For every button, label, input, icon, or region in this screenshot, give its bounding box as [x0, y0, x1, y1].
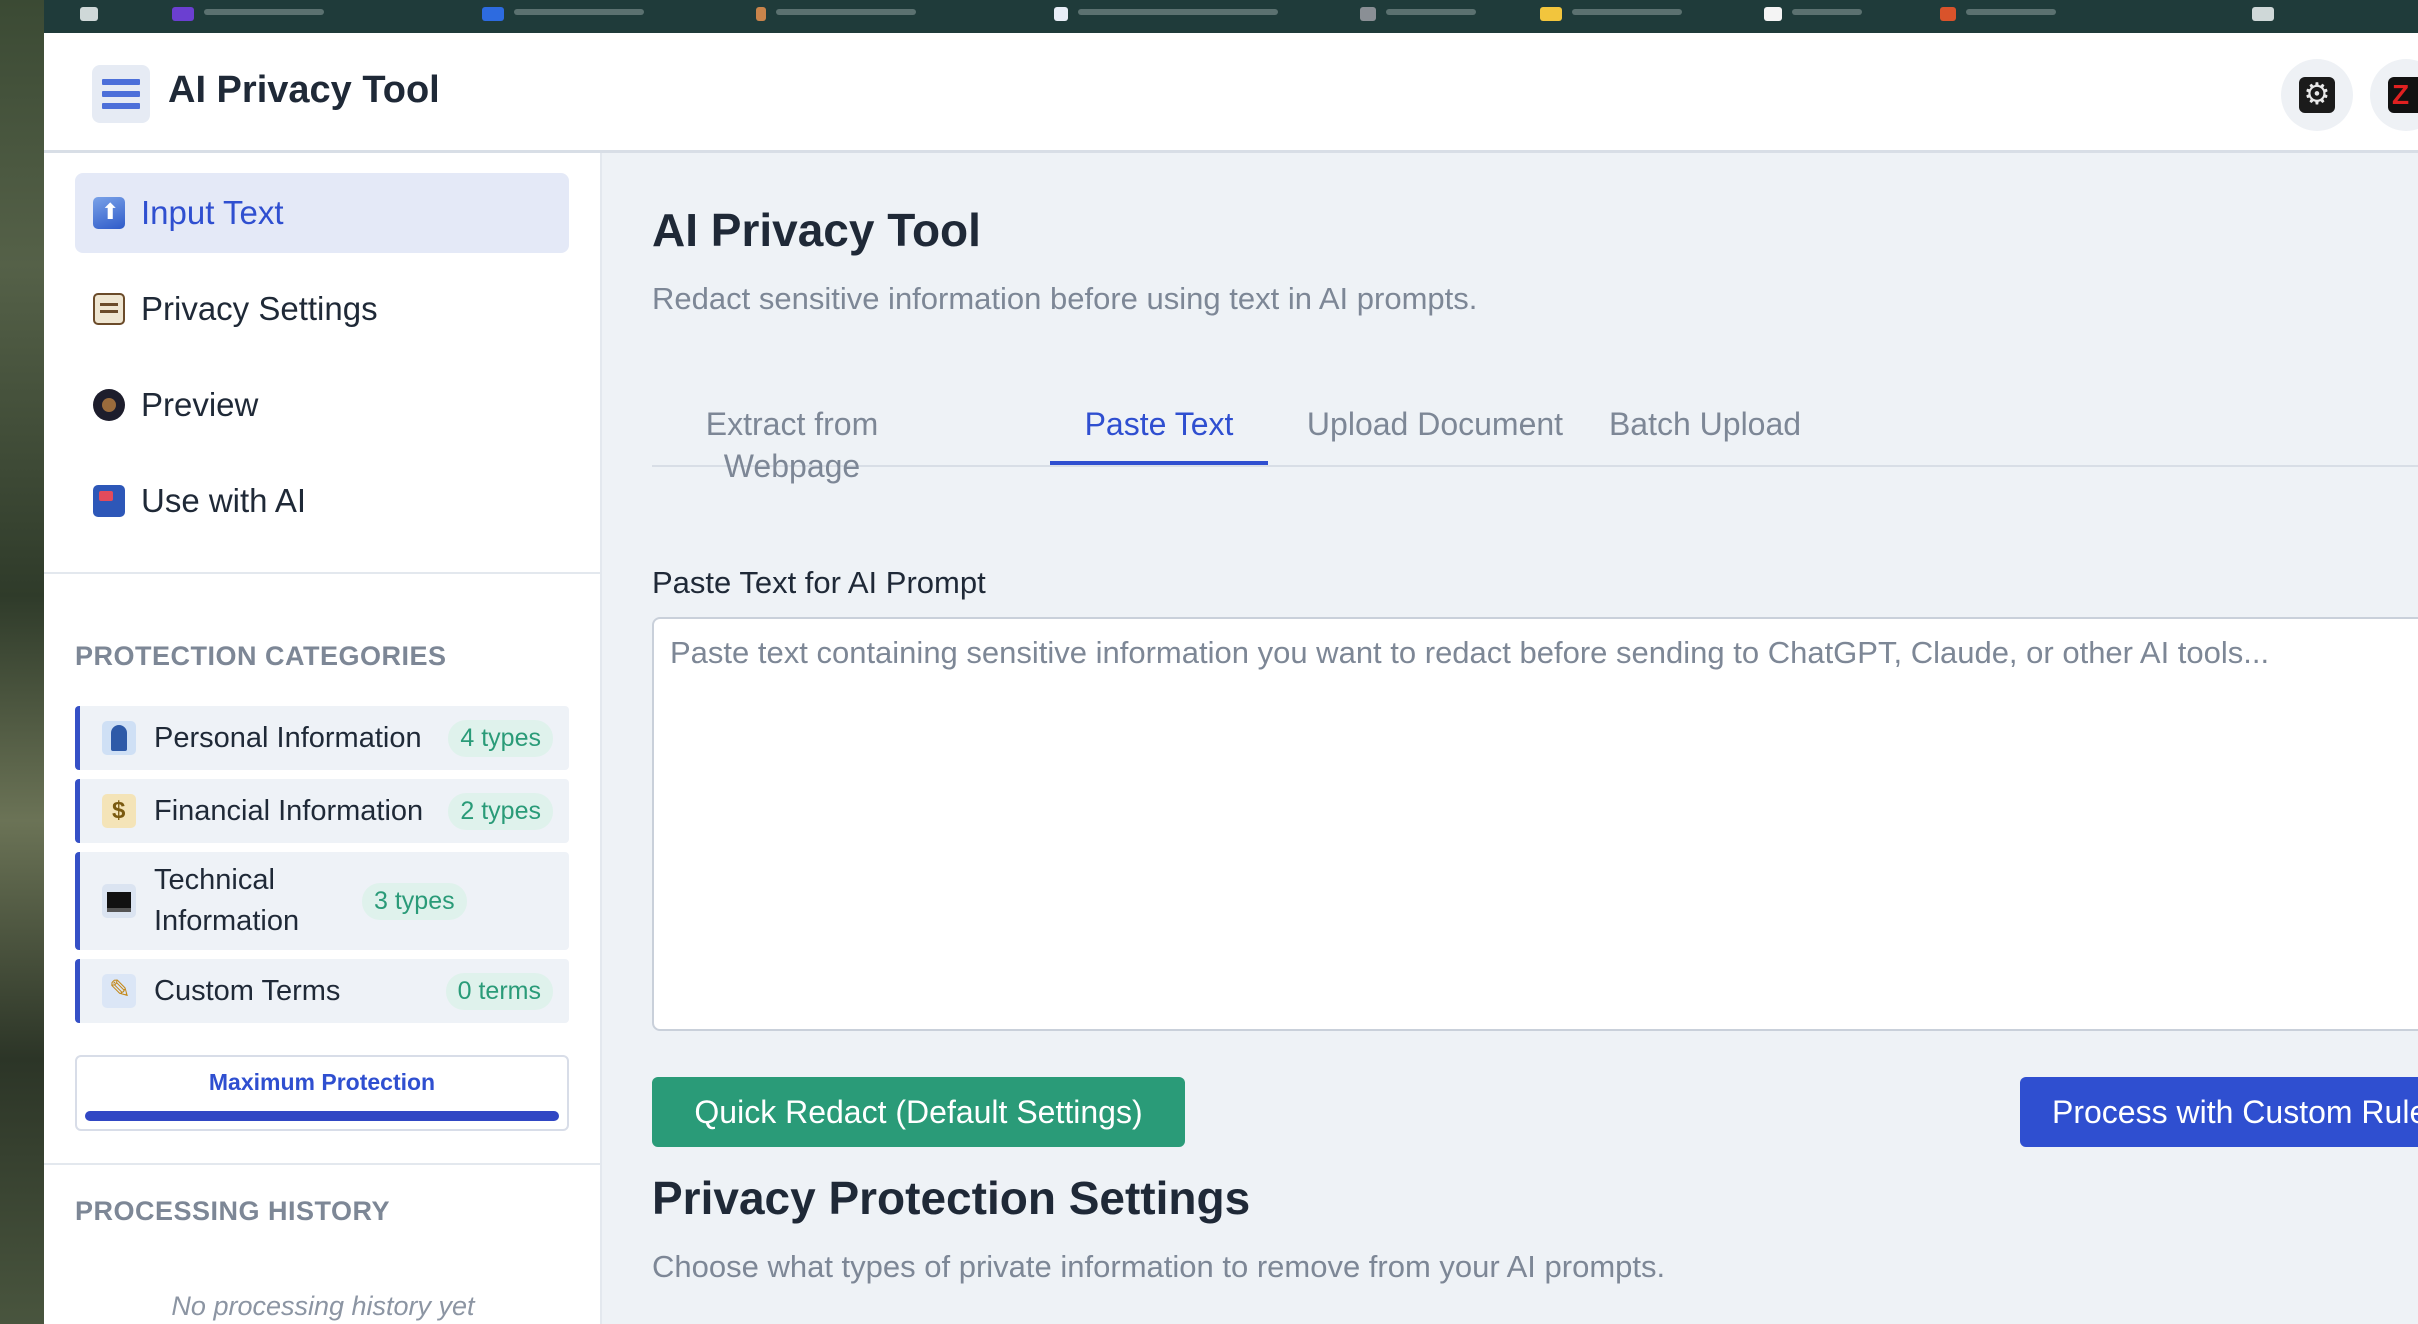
settings-section-subtitle: Choose what types of private information… — [652, 1249, 1666, 1284]
bookmark-apps[interactable] — [80, 0, 98, 33]
bookmark-7[interactable] — [1764, 0, 1862, 33]
bookmark-9[interactable] — [2252, 0, 2274, 33]
protection-level-bar — [85, 1111, 559, 1121]
tab-upload-document[interactable]: Upload Document — [1300, 403, 1570, 465]
bookmark-icon — [1360, 6, 1376, 21]
app-window: AI Privacy Tool ⚙ Z Input Text Privacy S… — [44, 33, 2418, 1324]
input-tabs: Extract from Webpage Paste Text Upload D… — [652, 403, 2418, 484]
menu-button[interactable] — [92, 65, 150, 123]
tab-batch-upload[interactable]: Batch Upload — [1600, 403, 1810, 465]
category-technical[interactable]: Technical Information 3 types — [75, 852, 569, 950]
protection-level-label: Maximum Protection — [208, 1069, 436, 1095]
category-custom-terms[interactable]: Custom Terms 0 terms — [75, 959, 569, 1023]
page-title: AI Privacy Tool — [652, 204, 981, 256]
sidebar-divider — [44, 572, 602, 574]
sidebar: Input Text Privacy Settings Preview Use … — [44, 153, 602, 1324]
history-empty-message: No processing history yet — [171, 1291, 475, 1321]
bookmark-icon — [2252, 6, 2274, 21]
prompt-text-input[interactable] — [652, 617, 2418, 1031]
nav-label: Input Text — [141, 194, 284, 231]
protection-level[interactable]: Maximum Protection — [75, 1055, 569, 1131]
nav-label: Preview — [141, 386, 259, 423]
bookmark-3[interactable] — [756, 0, 916, 33]
category-count-badge: 4 types — [448, 719, 553, 757]
nav-label: Privacy Settings — [141, 290, 378, 327]
settings-button[interactable]: ⚙ — [2281, 59, 2353, 131]
bookmark-4[interactable] — [1054, 0, 1278, 33]
bookmark-2[interactable] — [482, 0, 644, 33]
profile-button[interactable]: Z — [2370, 59, 2418, 131]
processing-history-title: PROCESSING HISTORY — [75, 1196, 391, 1226]
app-title: AI Privacy Tool — [168, 69, 440, 111]
category-count-badge: 3 types — [362, 882, 467, 920]
pencil-icon — [102, 974, 136, 1008]
category-personal[interactable]: Personal Information 4 types — [75, 706, 569, 770]
settings-section-title: Privacy Protection Settings — [652, 1172, 1251, 1224]
gear-icon: ⚙ — [2299, 77, 2335, 113]
bookmark-icon — [482, 6, 504, 21]
eye-icon — [93, 389, 125, 421]
laptop-icon — [102, 884, 136, 918]
bookmark-icon — [1540, 6, 1562, 21]
notepad-icon — [93, 293, 125, 325]
bookmark-5[interactable] — [1360, 0, 1476, 33]
category-count-badge: 2 types — [448, 792, 553, 830]
category-label: Technical Information — [154, 864, 300, 937]
nav-input-text[interactable]: Input Text — [75, 173, 569, 253]
bookmark-1[interactable] — [172, 0, 324, 33]
bookmark-icon — [1054, 6, 1068, 21]
person-icon — [102, 721, 136, 755]
tab-extract-from-webpage[interactable]: Extract from Webpage — [652, 403, 932, 484]
nav-privacy-settings[interactable]: Privacy Settings — [75, 269, 569, 349]
desktop-wallpaper — [0, 0, 44, 1324]
sidebar-divider — [44, 1163, 602, 1165]
page-subtitle: Redact sensitive information before usin… — [652, 281, 1478, 316]
text-input-label: Paste Text for AI Prompt — [652, 565, 986, 600]
category-label: Financial Information — [154, 794, 424, 827]
nav-label: Use with AI — [141, 482, 307, 519]
inbox-icon — [93, 485, 125, 517]
protection-categories-title: PROTECTION CATEGORIES — [75, 641, 447, 671]
category-label: Personal Information — [154, 721, 422, 754]
quick-redact-button[interactable]: Quick Redact (Default Settings) — [652, 1077, 1185, 1147]
tab-paste-text[interactable]: Paste Text — [1050, 403, 1268, 465]
category-count-badge: 0 terms — [445, 972, 553, 1010]
protection-level-fill — [85, 1111, 559, 1121]
bookmark-icon — [756, 6, 766, 21]
nav-use-with-ai[interactable]: Use with AI — [75, 461, 569, 541]
process-custom-rules-button[interactable]: Process with Custom Rules — [2020, 1077, 2418, 1147]
upload-icon — [93, 197, 125, 229]
bookmark-icon — [1940, 6, 1956, 21]
app-header: AI Privacy Tool ⚙ Z — [44, 33, 2418, 153]
app-badge-icon: Z — [2388, 77, 2418, 113]
bookmark-6[interactable] — [1540, 0, 1682, 33]
main-content: AI Privacy Tool Redact sensitive informa… — [602, 153, 2418, 1324]
browser-bookmarks-bar — [44, 0, 2418, 33]
category-financial[interactable]: Financial Information 2 types — [75, 779, 569, 843]
bookmark-8[interactable] — [1940, 0, 2056, 33]
hamburger-icon — [102, 79, 140, 85]
nav-preview[interactable]: Preview — [75, 365, 569, 445]
category-label: Custom Terms — [154, 974, 341, 1007]
money-bag-icon — [102, 794, 136, 828]
bookmark-icon — [172, 6, 194, 21]
bookmark-icon — [1764, 6, 1782, 21]
apps-grid-icon — [80, 6, 98, 21]
